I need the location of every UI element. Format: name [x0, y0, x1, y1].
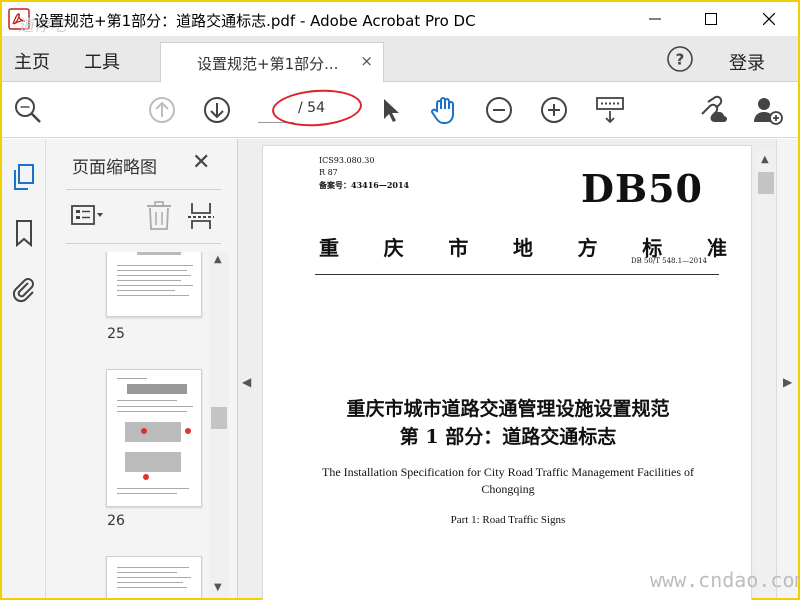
thumbnail-page[interactable] [106, 252, 202, 317]
document-page: ICS93.080.30 R 87 备案号：43416—2014 DB50 重 … [262, 145, 752, 600]
standard-char: 庆 [383, 236, 404, 260]
red-annotation-oval [270, 86, 364, 130]
panel-close-button[interactable]: ✕ [192, 150, 210, 175]
title-en: The Installation Specification for City … [321, 465, 695, 496]
watermark-bottom: www.cndao.com [650, 568, 800, 592]
minimize-button[interactable] [632, 2, 678, 36]
document-scroll-thumb[interactable] [758, 172, 774, 194]
title-cn-line1: 重庆市城市道路交通管理设施设置规范 [346, 398, 670, 420]
delete-icon[interactable] [142, 201, 176, 231]
thumbnail-scrollbar[interactable]: ▲ ▼ [209, 252, 229, 598]
thumbnail-panel: 页面缩略图 ✕ 25 26 ▲ ▼ [46, 139, 238, 598]
panel-divider [66, 243, 221, 244]
document-area: ◀ ICS93.080.30 R 87 备案号：43416—2014 DB50 … [238, 139, 776, 600]
home-tab[interactable]: 主页 [14, 48, 50, 74]
header-rule [315, 274, 719, 275]
db50-logo: DB50 [581, 166, 703, 211]
window-title: 设置规范+第1部分：道路交通标志.pdf - Adobe Acrobat Pro… [34, 12, 476, 30]
document-tab-close-button[interactable]: × [360, 52, 373, 70]
thumbnail-page[interactable] [106, 369, 202, 507]
pages-icon[interactable] [11, 163, 37, 191]
thumbnail-scroll-thumb[interactable] [211, 407, 227, 429]
close-window-button[interactable] [746, 2, 792, 36]
standard-char: 方 [577, 236, 598, 260]
expand-right-panel-icon[interactable]: ▶ [783, 375, 792, 389]
standard-char: 地 [512, 236, 533, 260]
attachment-icon[interactable] [11, 275, 37, 303]
login-button[interactable]: 登录 [729, 49, 765, 75]
standard-char: 重 [319, 236, 339, 260]
document-tab-label: 设置规范+第1部分... [197, 55, 339, 73]
panel-title: 页面缩略图 [72, 158, 157, 178]
svg-text:?: ? [676, 51, 685, 69]
zoom-out-icon[interactable] [483, 94, 515, 126]
right-rail: ▶ [776, 139, 798, 598]
page-up-icon[interactable] [146, 94, 178, 126]
document-tab[interactable]: 设置规范+第1部分... × [160, 42, 384, 82]
crop-page-icon[interactable] [184, 201, 218, 231]
meta-ics: ICS93.080.30 [319, 156, 375, 165]
panel-divider [66, 189, 221, 190]
link-cloud-icon[interactable] [696, 94, 728, 126]
thumbnail-options-icon[interactable] [70, 201, 104, 231]
part-en: Part 1: Road Traffic Signs [450, 514, 566, 526]
title-cn-line2: 第 1 部分：道路交通标志 [399, 426, 617, 448]
collapse-left-panel-icon[interactable]: ◀ [242, 375, 251, 389]
close-icon [763, 13, 775, 25]
thumbnail-page[interactable] [106, 556, 202, 598]
tab-bar: 主页 工具 设置规范+第1部分... × ? 登录 [2, 36, 798, 82]
scroll-down-icon[interactable]: ▼ [214, 582, 222, 593]
help-icon[interactable]: ? [666, 45, 694, 73]
meta-record: 备案号：43416—2014 [319, 180, 410, 190]
standard-char: 准 [706, 236, 727, 260]
maximize-icon [705, 13, 717, 25]
meta-r: R 87 [319, 168, 338, 177]
left-rail [2, 139, 46, 598]
select-cursor-icon[interactable] [374, 94, 406, 126]
scroll-up-icon[interactable]: ▲ [214, 254, 222, 265]
add-user-icon[interactable] [752, 94, 784, 126]
bookmark-icon[interactable] [11, 219, 37, 247]
maximize-button[interactable] [688, 2, 734, 36]
title-bar: 道停吧 设置规范+第1部分：道路交通标志.pdf - Adobe Acrobat… [2, 2, 798, 36]
doc-scroll-up-icon[interactable]: ▲ [761, 154, 769, 165]
search-icon[interactable] [12, 94, 44, 126]
standard-number: DB 50/T 548.1—2014 [631, 257, 707, 265]
document-scrollbar[interactable]: ▲ [756, 150, 776, 598]
zoom-in-icon[interactable] [538, 94, 570, 126]
thumbnail-page-number: 26 [107, 513, 125, 529]
thumbnail-page-number: 25 [107, 326, 125, 342]
hand-tool-icon[interactable] [428, 94, 460, 126]
page-down-icon[interactable] [201, 94, 233, 126]
keyboard-icon[interactable] [594, 94, 626, 126]
minimize-icon [649, 18, 661, 20]
standard-char: 市 [448, 236, 469, 260]
tools-tab[interactable]: 工具 [84, 48, 120, 74]
toolbar: / 54 [2, 82, 798, 138]
